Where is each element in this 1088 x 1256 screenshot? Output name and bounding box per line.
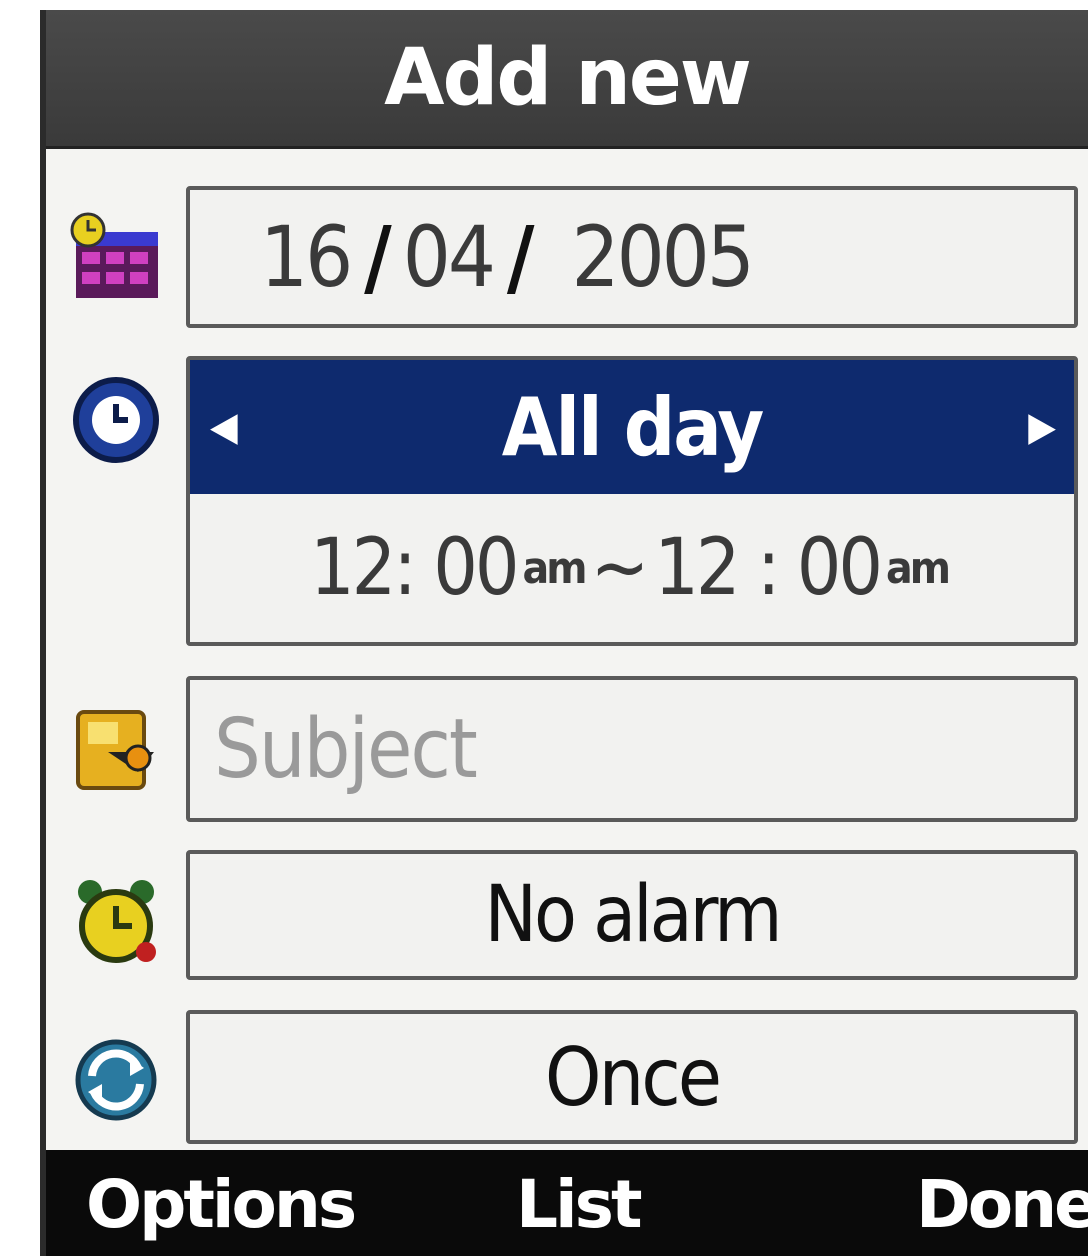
start-ampm: am (522, 542, 587, 594)
alarm-clock-icon (78, 880, 156, 963)
time-separator: ~ (590, 523, 649, 613)
list-softkey[interactable]: List (516, 1166, 643, 1243)
calendar-icon (70, 212, 158, 298)
end-ampm: am (886, 542, 951, 594)
repeat-selector[interactable]: Once (186, 1010, 1078, 1144)
time-type-selector[interactable]: ◀ All day ▶ (190, 360, 1074, 494)
page-title-text: Add new (384, 33, 752, 123)
time-range[interactable]: 12: 00 am ~ 12 : 00 am (190, 494, 1074, 642)
subject-input[interactable]: Subject (186, 676, 1078, 822)
date-month: 04 (402, 208, 496, 306)
time-field[interactable]: ◀ All day ▶ 12: 00 am ~ 12 : 00 am (186, 356, 1078, 646)
softkey-bar: Options List Done (46, 1150, 1088, 1256)
start-time: 12: 00 (310, 523, 519, 613)
time-type-value: All day (501, 380, 765, 474)
memo-icon (76, 710, 154, 790)
done-softkey[interactable]: Done (916, 1166, 1088, 1243)
alarm-selector[interactable]: No alarm (186, 850, 1078, 980)
page-title: Add new (46, 10, 1088, 149)
date-year: 2005 (571, 208, 755, 306)
left-arrow-icon[interactable]: ◀ (210, 404, 238, 450)
add-new-screen: Add new 16 / 04 / 2005 ◀ All day ▶ 12: 0… (40, 10, 1088, 1256)
alarm-value: No alarm (484, 870, 782, 960)
clock-icon (73, 377, 159, 463)
repeat-icon (75, 1039, 157, 1121)
date-field[interactable]: 16 / 04 / 2005 (186, 186, 1078, 328)
end-time: 12 : 00 (654, 523, 883, 613)
options-softkey[interactable]: Options (86, 1166, 357, 1243)
right-arrow-icon[interactable]: ▶ (1028, 404, 1056, 450)
subject-placeholder: Subject (214, 701, 478, 797)
repeat-value: Once (544, 1030, 722, 1124)
date-day: 16 (260, 208, 353, 306)
